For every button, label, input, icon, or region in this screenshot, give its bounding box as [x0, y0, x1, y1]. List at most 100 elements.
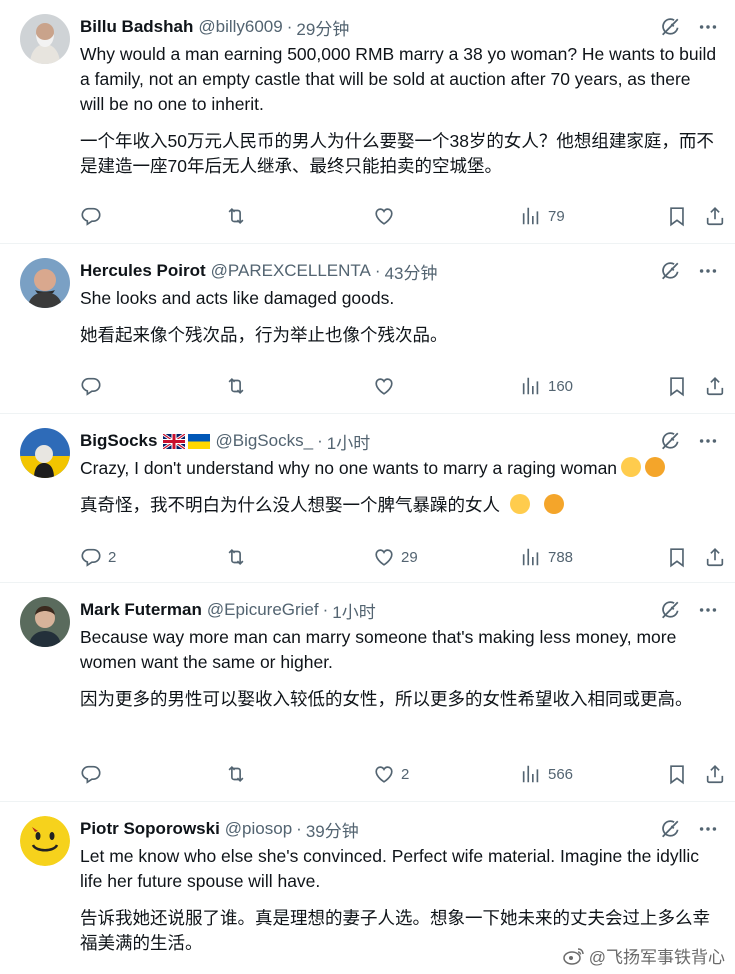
- timestamp[interactable]: 1小时: [332, 598, 375, 623]
- exploding-head-emoji: [510, 494, 530, 514]
- bookmark-button[interactable]: [666, 204, 688, 228]
- avatar[interactable]: [20, 816, 70, 866]
- grok-icon[interactable]: [659, 260, 681, 282]
- share-icon: [704, 375, 726, 397]
- retweet-button[interactable]: [225, 545, 253, 569]
- share-icon: [704, 763, 726, 785]
- views-count: 788: [548, 548, 574, 566]
- like-icon: [373, 763, 395, 785]
- retweet-button[interactable]: [225, 762, 253, 786]
- like-icon: [373, 375, 395, 397]
- tweet[interactable]: Hercules Poirot @PAREXCELLENTA · 43分钟 Sh…: [0, 244, 735, 414]
- retweet-button[interactable]: [225, 204, 253, 228]
- separator-dot: ·: [374, 261, 381, 280]
- share-button[interactable]: [704, 545, 726, 569]
- bookmark-icon: [666, 763, 688, 785]
- reply-icon: [80, 763, 102, 785]
- like-count: 2: [401, 765, 410, 783]
- avatar[interactable]: [20, 597, 70, 647]
- watermark-text: @飞扬军事铁背心: [588, 948, 725, 967]
- author-handle[interactable]: @piosop: [225, 819, 292, 839]
- tweet-translation: 她看起来像个残次品，行为举止也像个残次品。: [80, 325, 448, 345]
- author-name[interactable]: Hercules Poirot: [80, 261, 206, 281]
- tweet[interactable]: Billu Badshah @billy6009 · 29分钟 Why woul…: [0, 0, 735, 244]
- avatar[interactable]: [20, 428, 70, 478]
- author-handle[interactable]: @billy6009: [198, 17, 282, 37]
- retweet-button[interactable]: [225, 374, 253, 398]
- timestamp[interactable]: 39分钟: [306, 817, 359, 842]
- bookmark-button[interactable]: [666, 374, 688, 398]
- grok-icon[interactable]: [659, 599, 681, 621]
- more-icon[interactable]: [697, 430, 719, 452]
- more-icon[interactable]: [697, 260, 719, 282]
- timestamp[interactable]: 29分钟: [296, 15, 349, 40]
- reply-button[interactable]: [80, 204, 108, 228]
- views-count: 79: [548, 207, 565, 225]
- author-name[interactable]: BigSocks: [80, 431, 157, 451]
- views-icon: [520, 205, 542, 227]
- uk-flag-icon: [163, 433, 186, 449]
- ukraine-flag-icon: [188, 433, 211, 449]
- watermark: @飞扬军事铁背心: [562, 943, 725, 968]
- views-count: 566: [548, 765, 574, 783]
- reply-button[interactable]: [80, 374, 108, 398]
- bookmark-icon: [666, 205, 688, 227]
- more-icon[interactable]: [697, 818, 719, 840]
- separator-dot: ·: [322, 600, 329, 619]
- like-icon: [373, 205, 395, 227]
- author-name[interactable]: Mark Futerman: [80, 600, 202, 620]
- views-button[interactable]: 566: [520, 762, 573, 786]
- grok-icon[interactable]: [659, 430, 681, 452]
- more-icon[interactable]: [697, 599, 719, 621]
- views-button[interactable]: 79: [520, 204, 565, 228]
- like-count: 29: [401, 548, 418, 566]
- weibo-icon: [562, 947, 584, 965]
- timestamp[interactable]: 43分钟: [385, 259, 438, 284]
- face-with-hand-over-mouth-emoji: [544, 494, 564, 514]
- profile-flags: [163, 433, 211, 449]
- author-name[interactable]: Billu Badshah: [80, 17, 193, 37]
- face-with-hand-over-mouth-emoji: [645, 457, 666, 477]
- views-count: 160: [548, 377, 574, 395]
- exploding-head-emoji: [621, 457, 642, 477]
- grok-icon[interactable]: [659, 818, 681, 840]
- separator-dot: ·: [296, 819, 302, 838]
- reply-icon: [80, 546, 102, 568]
- reply-icon: [80, 375, 102, 397]
- share-button[interactable]: [704, 762, 726, 786]
- tweet-text: Crazy, I don't understand why no one wan…: [80, 458, 618, 478]
- tweet[interactable]: BigSocks @BigSocks_ · 1小时 Crazy, I don't…: [0, 414, 735, 583]
- tweet-translation: 一个年收入50万元人民币的男人为什么要娶一个38岁的女人？他想组建家庭，而不是建…: [80, 131, 714, 176]
- retweet-icon: [225, 763, 247, 785]
- timestamp[interactable]: 1小时: [327, 429, 370, 454]
- author-handle[interactable]: @PAREXCELLENTA: [211, 261, 371, 281]
- like-button[interactable]: [373, 374, 401, 398]
- bookmark-button[interactable]: [666, 762, 688, 786]
- like-button[interactable]: [373, 204, 401, 228]
- retweet-icon: [225, 375, 247, 397]
- reply-count: 2: [108, 548, 117, 566]
- reply-button[interactable]: 2: [80, 545, 116, 569]
- like-icon: [373, 546, 395, 568]
- avatar[interactable]: [20, 258, 70, 308]
- bookmark-button[interactable]: [666, 545, 688, 569]
- tweet-text: Why would a man earning 500,000 RMB marr…: [80, 44, 717, 114]
- like-button[interactable]: 2: [373, 762, 409, 786]
- share-button[interactable]: [704, 374, 726, 398]
- share-button[interactable]: [704, 204, 726, 228]
- share-icon: [704, 546, 726, 568]
- author-handle[interactable]: @BigSocks_: [215, 431, 313, 451]
- views-button[interactable]: 788: [520, 545, 573, 569]
- more-icon[interactable]: [697, 16, 719, 38]
- tweet[interactable]: Mark Futerman @EpicureGrief · 1小时 Becaus…: [0, 583, 735, 802]
- views-button[interactable]: 160: [520, 374, 573, 398]
- author-name[interactable]: Piotr Soporowski: [80, 819, 220, 839]
- separator-dot: ·: [286, 17, 293, 36]
- avatar[interactable]: [20, 14, 70, 64]
- author-handle[interactable]: @EpicureGrief: [207, 600, 319, 620]
- bookmark-icon: [666, 375, 688, 397]
- tweet-text: She looks and acts like damaged goods.: [80, 288, 395, 308]
- grok-icon[interactable]: [659, 16, 681, 38]
- reply-button[interactable]: [80, 762, 108, 786]
- like-button[interactable]: 29: [373, 545, 418, 569]
